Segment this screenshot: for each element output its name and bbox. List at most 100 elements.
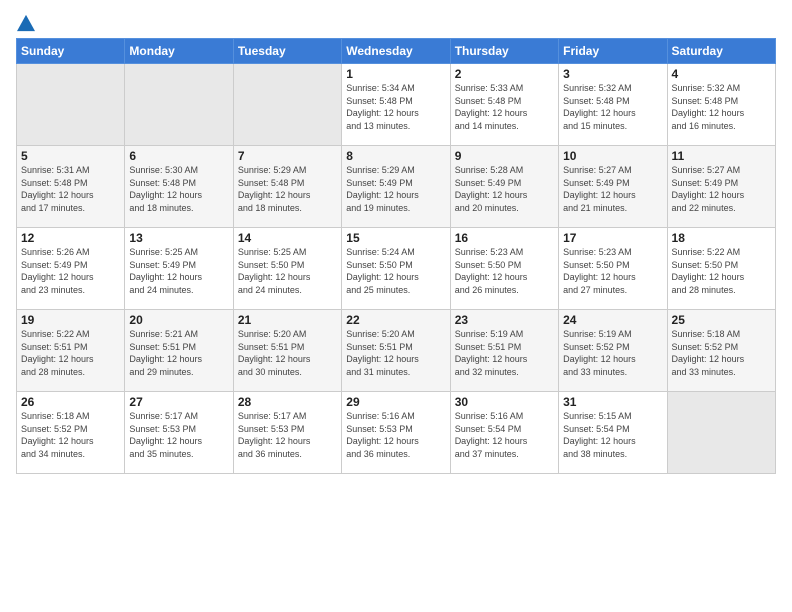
calendar-cell: 3Sunrise: 5:32 AM Sunset: 5:48 PM Daylig… [559,64,667,146]
calendar-cell: 28Sunrise: 5:17 AM Sunset: 5:53 PM Dayli… [233,392,341,474]
day-info: Sunrise: 5:24 AM Sunset: 5:50 PM Dayligh… [346,246,445,296]
calendar-cell: 21Sunrise: 5:20 AM Sunset: 5:51 PM Dayli… [233,310,341,392]
calendar-cell: 18Sunrise: 5:22 AM Sunset: 5:50 PM Dayli… [667,228,775,310]
day-info: Sunrise: 5:18 AM Sunset: 5:52 PM Dayligh… [672,328,771,378]
calendar-cell: 12Sunrise: 5:26 AM Sunset: 5:49 PM Dayli… [17,228,125,310]
calendar-cell: 26Sunrise: 5:18 AM Sunset: 5:52 PM Dayli… [17,392,125,474]
day-info: Sunrise: 5:16 AM Sunset: 5:53 PM Dayligh… [346,410,445,460]
weekday-header-tuesday: Tuesday [233,39,341,64]
calendar-cell [667,392,775,474]
day-info: Sunrise: 5:27 AM Sunset: 5:49 PM Dayligh… [672,164,771,214]
weekday-header-sunday: Sunday [17,39,125,64]
day-info: Sunrise: 5:20 AM Sunset: 5:51 PM Dayligh… [346,328,445,378]
calendar-cell: 13Sunrise: 5:25 AM Sunset: 5:49 PM Dayli… [125,228,233,310]
calendar-cell: 25Sunrise: 5:18 AM Sunset: 5:52 PM Dayli… [667,310,775,392]
day-info: Sunrise: 5:22 AM Sunset: 5:51 PM Dayligh… [21,328,120,378]
calendar-cell: 6Sunrise: 5:30 AM Sunset: 5:48 PM Daylig… [125,146,233,228]
calendar-cell: 31Sunrise: 5:15 AM Sunset: 5:54 PM Dayli… [559,392,667,474]
day-info: Sunrise: 5:31 AM Sunset: 5:48 PM Dayligh… [21,164,120,214]
day-info: Sunrise: 5:15 AM Sunset: 5:54 PM Dayligh… [563,410,662,460]
calendar-cell [125,64,233,146]
calendar-cell: 14Sunrise: 5:25 AM Sunset: 5:50 PM Dayli… [233,228,341,310]
calendar-cell: 20Sunrise: 5:21 AM Sunset: 5:51 PM Dayli… [125,310,233,392]
day-number: 25 [672,313,771,327]
day-number: 29 [346,395,445,409]
weekday-header-thursday: Thursday [450,39,558,64]
day-number: 26 [21,395,120,409]
day-number: 18 [672,231,771,245]
calendar-cell: 24Sunrise: 5:19 AM Sunset: 5:52 PM Dayli… [559,310,667,392]
day-info: Sunrise: 5:18 AM Sunset: 5:52 PM Dayligh… [21,410,120,460]
calendar-cell: 23Sunrise: 5:19 AM Sunset: 5:51 PM Dayli… [450,310,558,392]
day-info: Sunrise: 5:20 AM Sunset: 5:51 PM Dayligh… [238,328,337,378]
day-info: Sunrise: 5:27 AM Sunset: 5:49 PM Dayligh… [563,164,662,214]
logo-icon [17,14,35,32]
day-number: 8 [346,149,445,163]
week-row-4: 19Sunrise: 5:22 AM Sunset: 5:51 PM Dayli… [17,310,776,392]
day-number: 17 [563,231,662,245]
day-info: Sunrise: 5:17 AM Sunset: 5:53 PM Dayligh… [238,410,337,460]
calendar-cell: 4Sunrise: 5:32 AM Sunset: 5:48 PM Daylig… [667,64,775,146]
day-number: 9 [455,149,554,163]
day-number: 6 [129,149,228,163]
calendar-cell: 5Sunrise: 5:31 AM Sunset: 5:48 PM Daylig… [17,146,125,228]
day-info: Sunrise: 5:21 AM Sunset: 5:51 PM Dayligh… [129,328,228,378]
calendar-cell: 11Sunrise: 5:27 AM Sunset: 5:49 PM Dayli… [667,146,775,228]
calendar-cell [17,64,125,146]
day-number: 27 [129,395,228,409]
day-info: Sunrise: 5:33 AM Sunset: 5:48 PM Dayligh… [455,82,554,132]
day-info: Sunrise: 5:19 AM Sunset: 5:51 PM Dayligh… [455,328,554,378]
day-info: Sunrise: 5:34 AM Sunset: 5:48 PM Dayligh… [346,82,445,132]
day-info: Sunrise: 5:17 AM Sunset: 5:53 PM Dayligh… [129,410,228,460]
weekday-header-row: SundayMondayTuesdayWednesdayThursdayFrid… [17,39,776,64]
weekday-header-saturday: Saturday [667,39,775,64]
week-row-1: 1Sunrise: 5:34 AM Sunset: 5:48 PM Daylig… [17,64,776,146]
day-number: 16 [455,231,554,245]
day-number: 2 [455,67,554,81]
day-number: 5 [21,149,120,163]
day-number: 1 [346,67,445,81]
calendar-cell: 15Sunrise: 5:24 AM Sunset: 5:50 PM Dayli… [342,228,450,310]
day-number: 7 [238,149,337,163]
day-number: 20 [129,313,228,327]
calendar-cell: 10Sunrise: 5:27 AM Sunset: 5:49 PM Dayli… [559,146,667,228]
day-number: 3 [563,67,662,81]
day-number: 4 [672,67,771,81]
weekday-header-wednesday: Wednesday [342,39,450,64]
day-info: Sunrise: 5:30 AM Sunset: 5:48 PM Dayligh… [129,164,228,214]
week-row-5: 26Sunrise: 5:18 AM Sunset: 5:52 PM Dayli… [17,392,776,474]
calendar-cell: 19Sunrise: 5:22 AM Sunset: 5:51 PM Dayli… [17,310,125,392]
day-info: Sunrise: 5:22 AM Sunset: 5:50 PM Dayligh… [672,246,771,296]
week-row-2: 5Sunrise: 5:31 AM Sunset: 5:48 PM Daylig… [17,146,776,228]
day-info: Sunrise: 5:23 AM Sunset: 5:50 PM Dayligh… [563,246,662,296]
logo [16,14,35,32]
day-number: 19 [21,313,120,327]
day-info: Sunrise: 5:19 AM Sunset: 5:52 PM Dayligh… [563,328,662,378]
calendar-cell: 1Sunrise: 5:34 AM Sunset: 5:48 PM Daylig… [342,64,450,146]
calendar-cell: 17Sunrise: 5:23 AM Sunset: 5:50 PM Dayli… [559,228,667,310]
day-info: Sunrise: 5:28 AM Sunset: 5:49 PM Dayligh… [455,164,554,214]
calendar-cell: 29Sunrise: 5:16 AM Sunset: 5:53 PM Dayli… [342,392,450,474]
calendar: SundayMondayTuesdayWednesdayThursdayFrid… [16,38,776,474]
calendar-cell: 7Sunrise: 5:29 AM Sunset: 5:48 PM Daylig… [233,146,341,228]
day-number: 30 [455,395,554,409]
calendar-cell: 9Sunrise: 5:28 AM Sunset: 5:49 PM Daylig… [450,146,558,228]
header [16,10,776,32]
day-info: Sunrise: 5:25 AM Sunset: 5:50 PM Dayligh… [238,246,337,296]
day-number: 15 [346,231,445,245]
day-info: Sunrise: 5:29 AM Sunset: 5:49 PM Dayligh… [346,164,445,214]
weekday-header-friday: Friday [559,39,667,64]
day-number: 10 [563,149,662,163]
day-number: 11 [672,149,771,163]
day-number: 14 [238,231,337,245]
day-number: 13 [129,231,228,245]
calendar-cell: 8Sunrise: 5:29 AM Sunset: 5:49 PM Daylig… [342,146,450,228]
day-info: Sunrise: 5:32 AM Sunset: 5:48 PM Dayligh… [672,82,771,132]
calendar-cell [233,64,341,146]
day-number: 31 [563,395,662,409]
day-info: Sunrise: 5:29 AM Sunset: 5:48 PM Dayligh… [238,164,337,214]
day-number: 21 [238,313,337,327]
page: SundayMondayTuesdayWednesdayThursdayFrid… [0,0,792,612]
day-number: 28 [238,395,337,409]
calendar-cell: 2Sunrise: 5:33 AM Sunset: 5:48 PM Daylig… [450,64,558,146]
